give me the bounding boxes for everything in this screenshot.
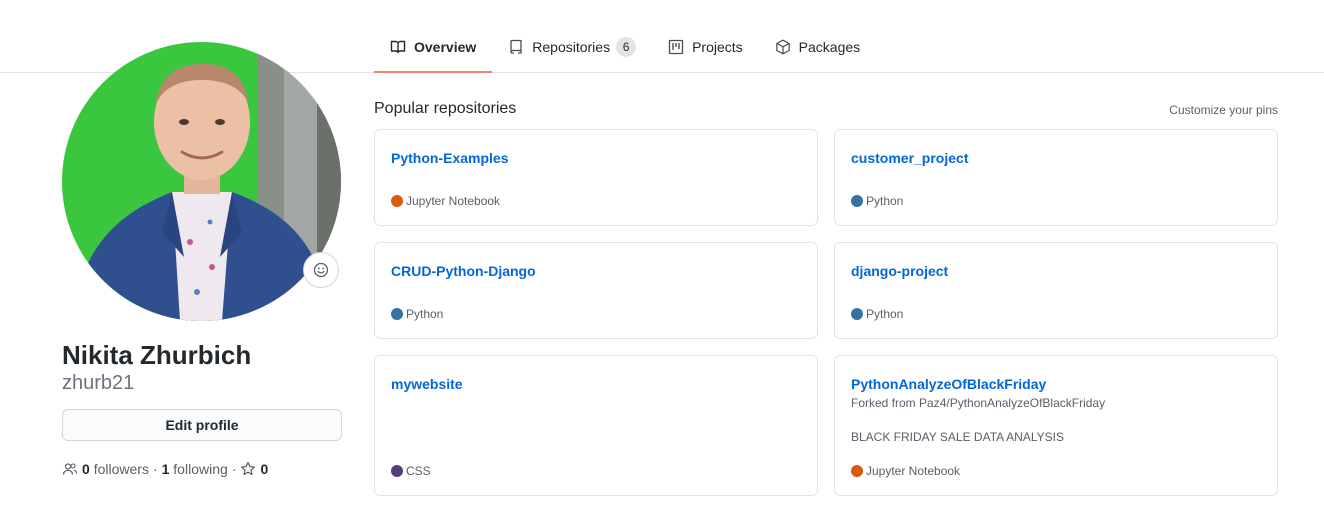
- repo-language: Jupyter Notebook: [851, 464, 960, 478]
- project-icon: [668, 39, 684, 55]
- repo-card: Python-Examples Jupyter Notebook: [374, 129, 818, 226]
- tab-packages[interactable]: Packages: [759, 22, 876, 72]
- repo-language: Python: [851, 194, 903, 208]
- language-color-dot: [851, 308, 863, 320]
- language-label: Jupyter Notebook: [866, 464, 961, 478]
- repo-card: customer_project Python: [834, 129, 1278, 226]
- tab-label: Packages: [798, 39, 861, 55]
- language-label: Python: [866, 307, 904, 321]
- language-label: Jupyter Notebook: [406, 194, 501, 208]
- repo-language: CSS: [391, 464, 431, 478]
- people-icon: [62, 461, 78, 477]
- repositories-counter: 6: [616, 37, 637, 57]
- repo-icon: [508, 39, 524, 55]
- tab-label: Repositories: [532, 39, 611, 55]
- set-status-button[interactable]: [303, 252, 339, 288]
- profile-tabs: Overview Repositories 6 Projects Package…: [374, 22, 876, 73]
- follow-stats: 0 followers · 1 following · 0: [62, 459, 268, 479]
- stars-count: 0: [260, 461, 269, 477]
- avatar-photo: [62, 42, 341, 321]
- repo-description: BLACK FRIDAY SALE DATA ANALYSIS: [851, 430, 1064, 444]
- popular-repositories-title: Popular repositories: [374, 100, 517, 117]
- repo-language: Python: [391, 307, 443, 321]
- repo-link[interactable]: django-project: [851, 263, 948, 279]
- followers-label: followers: [93, 461, 149, 477]
- tab-label: Projects: [692, 39, 743, 55]
- separator-dot: ·: [152, 461, 158, 477]
- repo-link[interactable]: Python-Examples: [391, 150, 508, 166]
- tab-repositories[interactable]: Repositories 6: [492, 22, 652, 72]
- edit-profile-button[interactable]: Edit profile: [62, 409, 342, 441]
- customize-pins-link[interactable]: Customize your pins: [1169, 103, 1278, 117]
- tab-label: Overview: [414, 39, 477, 55]
- tab-overview[interactable]: Overview: [374, 22, 493, 73]
- language-color-dot: [391, 465, 403, 477]
- repo-card: django-project Python: [834, 242, 1278, 339]
- stars-link[interactable]: 0: [240, 459, 268, 479]
- following-link[interactable]: 1 following: [162, 459, 228, 479]
- repo-card: PythonAnalyzeOfBlackFriday Forked from P…: [834, 355, 1278, 496]
- book-icon: [390, 39, 406, 55]
- language-label: CSS: [406, 464, 431, 478]
- followers-count: 0: [82, 461, 90, 477]
- separator-dot: ·: [231, 461, 237, 477]
- avatar[interactable]: [62, 42, 341, 321]
- language-color-dot: [391, 195, 403, 207]
- repo-card: mywebsite CSS: [374, 355, 818, 496]
- star-icon: [240, 461, 256, 477]
- repo-language: Python: [851, 307, 903, 321]
- repo-link[interactable]: mywebsite: [391, 376, 463, 392]
- language-label: Python: [866, 194, 904, 208]
- language-label: Python: [406, 307, 444, 321]
- repo-link[interactable]: PythonAnalyzeOfBlackFriday: [851, 376, 1046, 392]
- repo-language: Jupyter Notebook: [391, 194, 500, 208]
- language-color-dot: [391, 308, 403, 320]
- smiley-icon: [313, 262, 329, 278]
- forked-from-text: Forked from Paz4/PythonAnalyzeOfBlackFri…: [851, 396, 1106, 410]
- tab-projects[interactable]: Projects: [652, 22, 759, 72]
- repo-link[interactable]: CRUD-Python-Django: [391, 263, 536, 279]
- repo-link[interactable]: customer_project: [851, 150, 968, 166]
- profile-username: zhurb21: [62, 372, 135, 394]
- following-count: 1: [161, 461, 170, 477]
- language-color-dot: [851, 465, 863, 477]
- following-label: following: [173, 461, 228, 477]
- language-color-dot: [851, 195, 863, 207]
- package-icon: [775, 39, 791, 55]
- followers-link[interactable]: 0 followers: [82, 459, 149, 479]
- profile-fullname: Nikita Zhurbich: [62, 340, 252, 370]
- repo-card: CRUD-Python-Django Python: [374, 242, 818, 339]
